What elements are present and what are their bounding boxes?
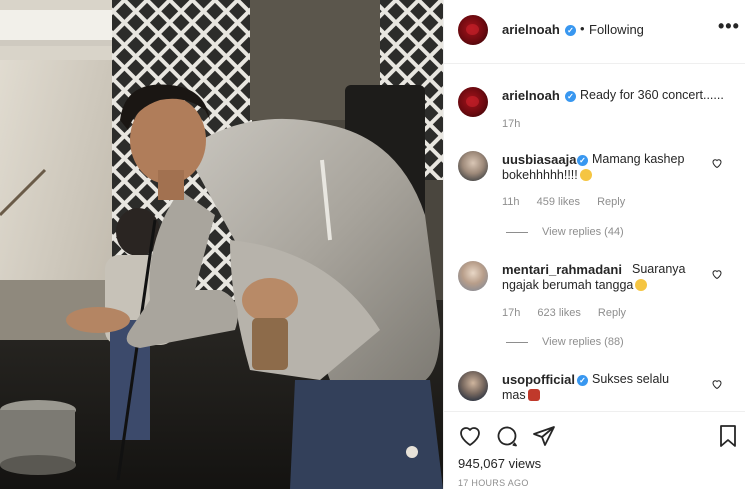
post-header: arielnoah ✓ • Following ••• — [444, 0, 745, 64]
comment-text-line2: ngajak berumah tangga — [502, 277, 648, 293]
post-details-panel: arielnoah ✓ • Following ••• arielnoah ✓ … — [443, 0, 745, 489]
verified-badge-icon: ✓ — [577, 375, 588, 386]
comment-time: 11h — [502, 196, 520, 208]
verified-badge-icon: ✓ — [577, 155, 588, 166]
author-username[interactable]: arielnoah — [502, 22, 560, 37]
view-count[interactable]: 945,067 views — [458, 456, 541, 471]
verified-badge-icon: ✓ — [565, 91, 576, 102]
comment-icon[interactable] — [495, 424, 519, 448]
comment-time: 17h — [502, 307, 521, 319]
comment-meta: 17h 623 likes Reply — [502, 307, 640, 319]
commenter-avatar[interactable] — [458, 151, 488, 181]
comment-like-heart-icon[interactable] — [711, 268, 723, 280]
comment-meta: 11h 459 likes Reply — [502, 196, 639, 208]
reply-button[interactable]: Reply — [597, 196, 625, 208]
author-avatar[interactable] — [458, 15, 488, 45]
post-video[interactable] — [0, 0, 443, 489]
comment-text-line2: mas — [502, 387, 540, 403]
more-options-icon[interactable]: ••• — [718, 17, 739, 39]
following-button[interactable]: Following — [589, 22, 644, 37]
comment-username[interactable]: usopofficial — [502, 372, 575, 387]
comment-likes[interactable]: 459 likes — [537, 196, 580, 208]
commenter-avatar[interactable] — [458, 371, 488, 401]
instagram-post: arielnoah ✓ • Following ••• arielnoah ✓ … — [0, 0, 745, 489]
comment-username[interactable]: uusbiasaaja — [502, 152, 576, 167]
comment-like-heart-icon[interactable] — [711, 157, 723, 169]
view-replies-button[interactable]: View replies (88) — [506, 336, 624, 348]
comment-text-line2: bokehhhhh!!!! — [502, 167, 592, 183]
view-replies-button[interactable]: View replies (44) — [506, 226, 624, 238]
replies-divider — [506, 231, 528, 233]
heart-icon[interactable] — [458, 424, 482, 448]
comment-text-line1: Sukses selalu — [592, 372, 670, 386]
view-replies-label[interactable]: View replies (44) — [542, 226, 624, 238]
caption-username[interactable]: arielnoah — [502, 88, 560, 103]
comment-text-line1: Suaranya — [632, 262, 686, 276]
view-replies-label[interactable]: View replies (88) — [542, 336, 624, 348]
video-frame-illustration — [0, 0, 443, 489]
bookmark-icon[interactable] — [716, 424, 740, 448]
caption-text: Ready for 360 concert...... — [580, 88, 724, 102]
replies-divider — [506, 341, 528, 343]
comment-likes[interactable]: 623 likes — [537, 307, 580, 319]
send-icon[interactable] — [532, 424, 556, 448]
praying-hands-emoji — [527, 389, 540, 401]
post-timestamp[interactable]: 17 HOURS AGO — [458, 478, 529, 488]
header-separator: • — [580, 21, 585, 36]
reply-button[interactable]: Reply — [598, 307, 626, 319]
commenter-avatar[interactable] — [458, 261, 488, 291]
post-action-bar: 945,067 views 17 HOURS AGO — [444, 411, 745, 489]
comment-like-heart-icon[interactable] — [711, 378, 723, 390]
verified-badge-icon: ✓ — [565, 25, 576, 36]
caption-time: 17h — [502, 118, 521, 130]
caption-avatar[interactable] — [458, 87, 488, 117]
comment-username[interactable]: mentari_rahmadani — [502, 262, 622, 277]
comment-text-line1: Mamang kashep — [592, 152, 685, 166]
screaming-face-emoji — [579, 169, 592, 181]
grinning-face-emoji — [635, 279, 648, 291]
comments-list[interactable]: arielnoah ✓ Ready for 360 concert...... … — [444, 64, 745, 411]
